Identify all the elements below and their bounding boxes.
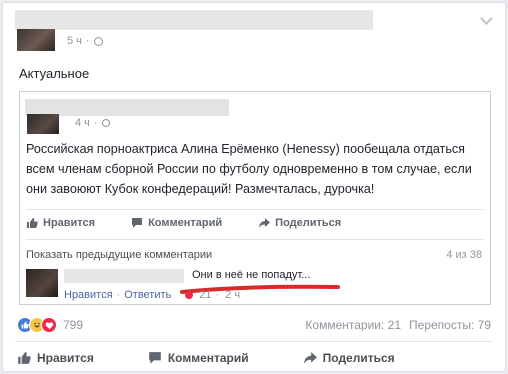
shared-avatar (27, 114, 59, 134)
post-actions: Нравится Комментарий Поделиться (17, 351, 491, 365)
shares-counter[interactable]: Перепосты: 79 (409, 318, 491, 332)
post-header: 5 ч · (15, 10, 493, 54)
globe-icon (101, 119, 110, 127)
share-icon (303, 352, 317, 364)
comments-counter[interactable]: Комментарии: 21 (305, 318, 401, 332)
thumbs-up-icon (18, 352, 31, 364)
post-stats: 799 Комментарии: 21 Перепосты: 79 (17, 316, 491, 334)
love-reaction-icon (41, 317, 57, 333)
shared-comment: Комментарий (131, 217, 222, 229)
comment-actions: Нравится · Ответить 21 · 2 ч (64, 289, 241, 301)
comment-reply: Ответить (124, 289, 172, 301)
reactions-count[interactable]: 799 (63, 318, 83, 332)
divider (26, 239, 484, 240)
divider (26, 209, 484, 210)
shared-like: Нравится (26, 217, 95, 229)
shared-actions: Нравится Комментарий Поделиться (26, 217, 341, 229)
comment-time: 2 ч (225, 289, 241, 301)
comment-reaction-count: 21 (199, 289, 212, 301)
share-button[interactable]: Поделиться (303, 351, 395, 365)
comment-icon (132, 218, 143, 228)
comments-count: 4 из 38 (446, 249, 482, 261)
post-meta: 5 ч · (67, 35, 103, 47)
like-button[interactable]: Нравится (17, 351, 94, 365)
comment-button[interactable]: Комментарий (148, 351, 249, 365)
comment-like: Нравится (64, 289, 113, 301)
stats-counters: Комментарии: 21 Перепосты: 79 (305, 318, 491, 332)
commenter-name-redacted (64, 269, 184, 283)
avatar[interactable] (17, 29, 55, 51)
post-time[interactable]: 5 ч (67, 35, 82, 47)
shared-screenshot[interactable]: 4 ч · Российская порноактриса Алина Ерём… (19, 91, 491, 305)
shared-time: 4 ч (75, 117, 90, 129)
post-status-text: Актуальное (19, 66, 90, 81)
post-card: 5 ч · Актуальное 4 ч · Российская порноа… (2, 2, 506, 372)
reactions-summary[interactable]: 799 (17, 317, 83, 333)
shared-share: Поделиться (258, 217, 341, 229)
chevron-down-icon[interactable] (480, 12, 493, 25)
previous-comments-link: Показать предыдущие комментарии (26, 249, 213, 261)
globe-icon (93, 36, 103, 46)
share-icon (259, 218, 271, 228)
comment-icon (148, 352, 161, 364)
comment-avatar (26, 269, 58, 297)
shared-post-text: Российская порноактриса Алина Ерёменко (… (26, 142, 472, 196)
previous-comments-row: Показать предыдущие комментарии 4 из 38 (26, 249, 482, 261)
divider (15, 341, 493, 342)
thumbs-up-icon (27, 218, 38, 228)
comment-text: Они в неё не попадут... (192, 269, 311, 281)
heart-reaction-icon (185, 291, 194, 299)
author-name-redacted[interactable] (15, 10, 373, 30)
shared-meta: 4 ч · (75, 117, 110, 129)
